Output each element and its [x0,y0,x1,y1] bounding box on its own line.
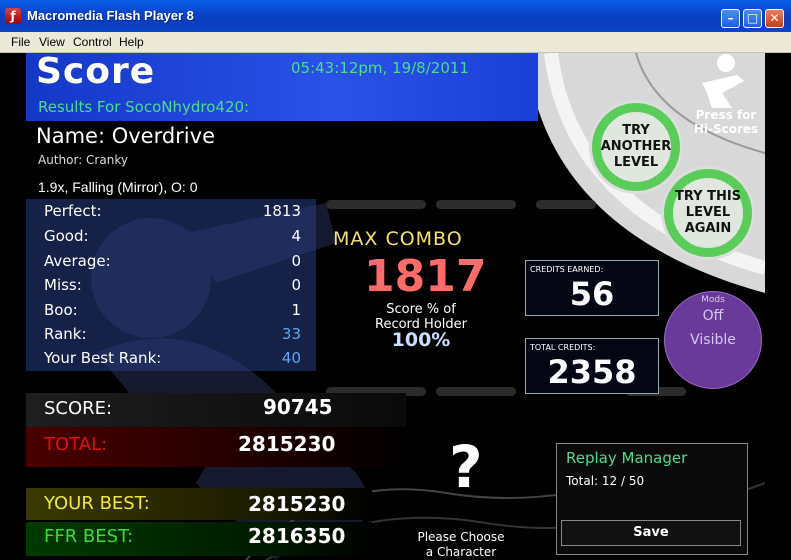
choose-character-prompt[interactable]: Please Choose a Character [391,530,531,560]
stat-value-average: 0 [291,252,301,270]
score-value: 90745 [263,395,333,419]
stat-value-rank: 33 [281,325,301,343]
stat-value-boo: 1 [291,301,301,319]
total-credits-value: 2358 [547,353,637,391]
total-label: TOTAL: [44,434,108,455]
stat-value-perfect: 1813 [262,202,301,220]
credits-earned-label: CREDITS EARNED: [530,265,604,274]
flash-player-icon: ƒ [5,8,21,24]
max-combo-label: MAX COMBO [333,228,463,250]
maximize-button[interactable]: □ [743,9,762,28]
divider [436,200,516,209]
song-settings: 1.9x, Falling (Mirror), O: 0 [38,179,198,195]
menu-help[interactable]: Help [119,35,144,49]
score-pct-caption: Score % of Record Holder [326,302,516,332]
hi-scores-button[interactable]: Press for Hi-Scores [686,108,765,136]
max-combo-value: 1817 [364,251,487,302]
ffr-best-value: 2816350 [248,524,346,548]
total-value: 2815230 [238,432,336,456]
credits-earned-value: 56 [569,275,615,313]
hi-scores-line2: Hi-Scores [693,122,759,136]
mods-value-2: Visible [690,332,736,348]
total-credits-label: TOTAL CREDITS: [530,343,596,352]
stat-label-boo: Boo: [44,301,78,319]
page-title: Score [36,53,156,92]
song-author: Author: Cranky [38,153,128,167]
replay-save-button[interactable]: Save [561,520,741,546]
window-titlebar: ƒ Macromedia Flash Player 8 – □ ✕ [0,0,791,32]
ffr-best-label: FFR BEST: [44,526,134,547]
mods-value-1: Off [702,308,724,324]
your-best-value: 2815230 [248,492,346,516]
stat-label-perfect: Perfect: [44,202,102,220]
replay-total: Total: 12 / 50 [566,474,645,488]
menu-view[interactable]: View [39,35,65,49]
close-button[interactable]: ✕ [765,9,784,28]
mods-panel[interactable]: Mods Off Visible [664,291,762,389]
stat-value-best-rank: 40 [281,349,301,367]
replay-manager-panel: Replay Manager Total: 12 / 50 Save [556,443,748,555]
flash-stage: Score 05:43:12pm, 19/8/2011 Results For … [26,53,765,560]
stat-label-average: Average: [44,252,111,270]
score-pct-line1: Score % of [386,302,456,317]
datetime-label: 05:43:12pm, 19/8/2011 [291,59,469,77]
stat-value-good: 4 [291,227,301,245]
song-name: Name: Overdrive [36,124,215,148]
character-question-icon[interactable]: ? [449,433,483,501]
divider [536,200,596,209]
replay-manager-title: Replay Manager [566,449,688,467]
hi-scores-mascot-icon[interactable] [692,53,752,113]
score-label: SCORE: [44,398,113,419]
mods-label: Mods [701,295,725,305]
choose-character-line2: a Character [425,545,497,559]
stat-label-miss: Miss: [44,276,82,294]
divider [326,200,426,209]
menu-control[interactable]: Control [73,35,112,49]
menu-file[interactable]: File [11,35,30,49]
window-title: Macromedia Flash Player 8 [27,8,194,23]
stat-label-rank: Rank: [44,325,87,343]
stat-value-miss: 0 [291,276,301,294]
your-best-label: YOUR BEST: [44,493,150,514]
try-another-level-button[interactable]: TRY ANOTHER LEVEL [592,103,680,191]
results-for-label: Results For SocoNhydro420: [38,98,250,116]
total-credits-box: TOTAL CREDITS: 2358 [525,338,659,394]
minimize-button[interactable]: – [721,9,740,28]
score-pct-value: 100% [391,329,451,351]
choose-character-line1: Please Choose [417,530,505,544]
stat-label-best-rank: Your Best Rank: [44,349,162,367]
credits-earned-box: CREDITS EARNED: 56 [525,260,659,316]
menu-bar: File View Control Help [0,32,791,53]
stat-label-good: Good: [44,227,89,245]
divider [436,387,516,396]
try-again-button[interactable]: TRY THIS LEVEL AGAIN [664,169,752,257]
hi-scores-line1: Press for [695,108,757,122]
